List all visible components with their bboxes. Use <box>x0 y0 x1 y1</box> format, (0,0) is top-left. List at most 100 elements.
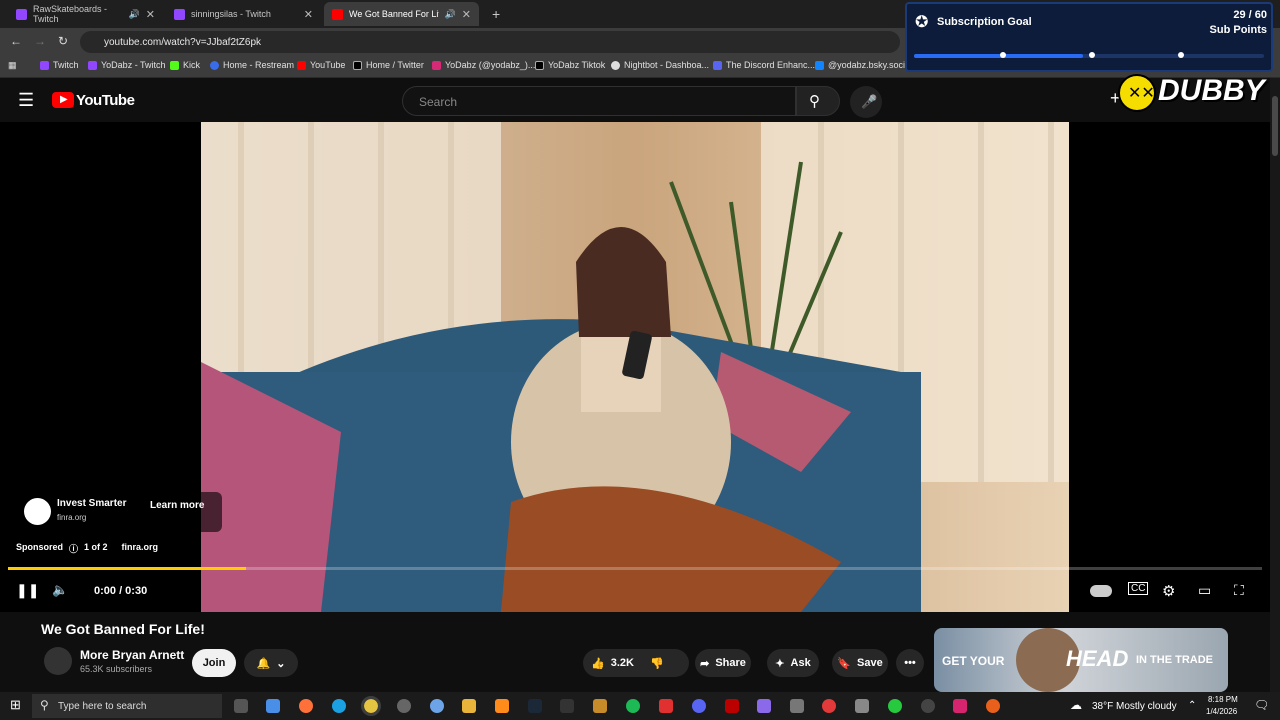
firefox-icon[interactable] <box>299 699 313 713</box>
share-icon: ➦ <box>700 657 710 670</box>
close-tab-icon[interactable]: ✕ <box>462 8 471 21</box>
windows-start-icon[interactable]: ⊞ <box>10 697 21 713</box>
tiktok-icon[interactable] <box>953 699 967 713</box>
theater-mode-icon[interactable]: ▭ <box>1198 582 1211 599</box>
settings-gear-icon[interactable]: ⚙ <box>1162 582 1175 600</box>
video-player[interactable]: Invest Smarter finra.org Learn more Spon… <box>0 122 1270 612</box>
bookmark-discord-enhancer[interactable]: The Discord Enhanc... <box>713 60 815 70</box>
dislike-icon[interactable]: 👎 <box>650 657 664 670</box>
save-button[interactable]: 🔖 Save <box>832 649 888 677</box>
ad-banner-text-2: HEAD <box>1066 646 1129 671</box>
join-button[interactable]: Join <box>192 649 236 677</box>
obs-icon[interactable] <box>921 699 935 713</box>
tab-sinningsilas[interactable]: sinningsilas - Twitch ✕ <box>166 2 321 26</box>
netflix-icon[interactable] <box>725 699 739 713</box>
learn-more-button[interactable]: Learn more <box>150 500 204 511</box>
clock-time[interactable]: 8:18 PM <box>1208 695 1238 704</box>
bookmark-twitch[interactable]: Twitch <box>40 60 79 70</box>
share-button[interactable]: ➦ Share <box>695 649 751 677</box>
more-actions-button[interactable]: ••• <box>896 649 924 677</box>
app-icon[interactable] <box>430 699 444 713</box>
speaker-icon[interactable]: 🔊 <box>445 9 456 20</box>
voice-search-button[interactable]: 🎤 <box>850 86 882 118</box>
task-view-icon[interactable] <box>234 699 248 713</box>
goal-count: 29 / 60 <box>1233 9 1267 21</box>
channel-avatar[interactable] <box>44 647 72 675</box>
search-button[interactable]: ⚲ <box>796 86 840 116</box>
bookmark-bluesky[interactable]: @yodabz.bsky.socia... <box>815 60 918 70</box>
close-tab-icon[interactable]: ✕ <box>304 8 313 21</box>
bookmark-twitter[interactable]: Home / Twitter <box>353 60 424 70</box>
spotify-icon[interactable] <box>626 699 640 713</box>
url-field[interactable]: youtube.com/watch?v=JJbaf2tZ6pk <box>80 31 900 53</box>
notification-bell-button[interactable]: 🔔 ⌄ <box>244 649 298 677</box>
bookmark-youtube[interactable]: YouTube <box>297 60 345 70</box>
discord-icon[interactable] <box>692 699 706 713</box>
ad-site-link[interactable]: finra.org <box>122 542 159 555</box>
search-input[interactable]: Search <box>402 86 796 116</box>
bookmark-kick[interactable]: Kick <box>170 60 200 70</box>
copilot-icon[interactable] <box>266 699 280 713</box>
video-progress-bar[interactable] <box>8 567 1262 570</box>
app-icon[interactable] <box>855 699 869 713</box>
back-icon[interactable]: ← <box>10 34 22 48</box>
app-icon[interactable] <box>659 699 673 713</box>
app-icon[interactable] <box>986 699 1000 713</box>
new-tab-button[interactable]: + <box>484 2 508 26</box>
goal-marker <box>1000 52 1006 58</box>
tray-chevron-icon[interactable]: ⌃ <box>1188 700 1196 711</box>
bookmark-yodabz-twitch[interactable]: YoDabz - Twitch <box>88 60 166 70</box>
pause-icon[interactable]: ❚❚ <box>16 582 39 599</box>
youtube-header: ☰ ▶ YouTube Search ⚲ 🎤 + ✕✕ DUBBY <box>0 74 1280 122</box>
video-frame[interactable] <box>201 122 1069 612</box>
search-icon: ⚲ <box>809 93 820 110</box>
app-icon[interactable] <box>757 699 771 713</box>
scrollbar-thumb[interactable] <box>1272 96 1278 156</box>
autoplay-toggle[interactable] <box>1090 585 1112 597</box>
app-icon[interactable] <box>888 699 902 713</box>
channel-name[interactable]: More Bryan Arnett <box>80 648 184 662</box>
app-icon[interactable] <box>397 699 411 713</box>
app-icon[interactable] <box>593 699 607 713</box>
settings-icon[interactable] <box>790 699 804 713</box>
captions-icon[interactable]: CC <box>1128 582 1149 595</box>
video-title: We Got Banned For Life! <box>41 621 205 637</box>
chevron-down-icon: ⌄ <box>276 657 286 670</box>
more-icon: ••• <box>904 657 916 669</box>
chrome-icon[interactable] <box>361 696 381 716</box>
bookmark-nightbot[interactable]: Nightbot - Dashboa... <box>611 60 709 70</box>
epic-games-icon[interactable] <box>560 699 574 713</box>
taskbar-search[interactable]: ⚲ Type here to search <box>32 694 222 718</box>
bookmark-restream[interactable]: Home - Restream <box>210 60 294 70</box>
ad-info-card[interactable]: Invest Smarter finra.org Learn more <box>16 492 222 532</box>
app-icon[interactable] <box>495 699 509 713</box>
fullscreen-icon[interactable]: ⛶ <box>1234 582 1244 599</box>
menu-icon[interactable]: ☰ <box>18 90 34 111</box>
sidebar-ad-banner[interactable]: GET YOUR HEAD IN THE TRADE <box>934 628 1228 692</box>
app-icon[interactable] <box>822 699 836 713</box>
tab-rawskateboards[interactable]: RawSkateboards - Twitch 🔊 ✕ <box>8 2 163 26</box>
edge-icon[interactable] <box>332 699 346 713</box>
file-explorer-icon[interactable] <box>462 699 476 713</box>
close-tab-icon[interactable]: ✕ <box>146 8 155 21</box>
steam-icon[interactable] <box>528 699 542 713</box>
page-scrollbar[interactable] <box>1270 78 1280 692</box>
youtube-logo-icon[interactable]: ▶ <box>52 92 74 108</box>
weather-text[interactable]: 38°F Mostly cloudy <box>1092 701 1177 712</box>
volume-icon[interactable]: 🔈 <box>52 582 68 598</box>
reload-icon[interactable]: ↻ <box>58 34 68 48</box>
info-icon[interactable]: ⓘ <box>69 542 78 555</box>
notification-icon[interactable]: 🗨 <box>1254 698 1269 712</box>
weather-icon[interactable]: ☁ <box>1070 698 1082 712</box>
forward-icon[interactable]: → <box>34 34 46 48</box>
apps-icon[interactable]: ▦ <box>8 60 17 71</box>
like-button[interactable]: 👍 3.2K <box>591 657 634 670</box>
speaker-icon[interactable]: 🔊 <box>129 9 140 20</box>
youtube-logo-text[interactable]: YouTube <box>76 92 135 109</box>
subscription-goal-overlay: ✪ Subscription Goal 29 / 60 Sub Points <box>905 2 1273 72</box>
bookmark-instagram[interactable]: YoDabz (@yodabz_)... <box>432 60 535 70</box>
ask-button[interactable]: ✦ Ask <box>767 649 819 677</box>
bookmark-tiktok[interactable]: YoDabz Tiktok <box>535 60 605 70</box>
tab-youtube-active[interactable]: We Got Banned For Life! - Y 🔊 ✕ <box>324 2 479 26</box>
clock-date[interactable]: 1/4/2026 <box>1206 707 1237 716</box>
